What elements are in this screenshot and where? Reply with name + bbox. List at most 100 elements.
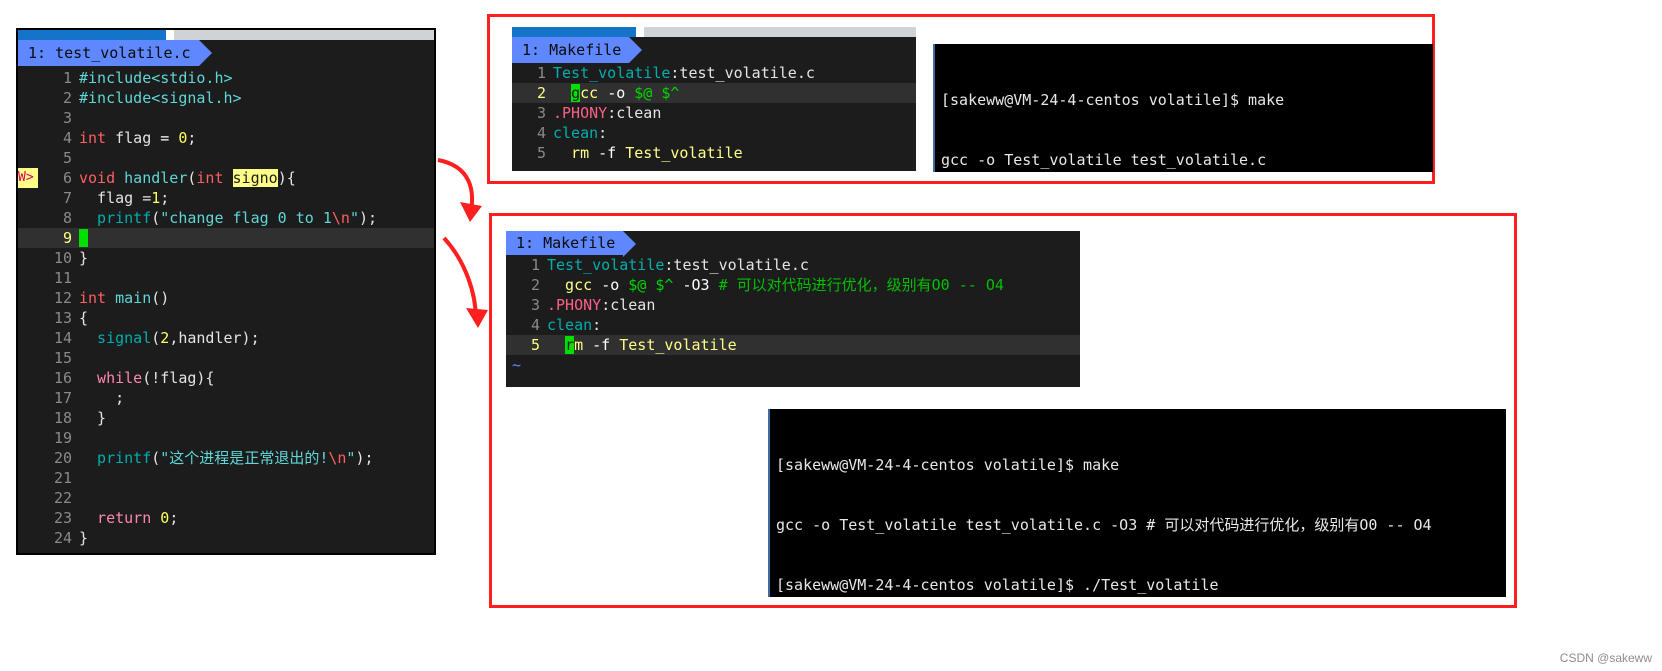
line-number: 5 — [530, 336, 540, 354]
gutter-blank-icon — [18, 128, 38, 148]
code-line: 5 — [18, 148, 434, 168]
line-text: return 0; — [79, 509, 179, 527]
code-line: 2 #include<signal.h> — [18, 88, 434, 108]
empty-line-marker: ~ — [512, 163, 916, 171]
line-number: 17 — [53, 389, 72, 407]
line-number: 4 — [62, 129, 72, 147]
code-line: 1 Test_volatile:test_volatile.c — [506, 255, 1080, 275]
line-text: .PHONY:clean — [547, 296, 656, 314]
makefile-top-tabline[interactable]: 1: Makefile — [512, 37, 916, 63]
csdn-watermark: CSDN @sakeww — [1559, 651, 1652, 665]
line-number: 21 — [53, 469, 72, 487]
terminal-line: [sakeww@VM-24-4-centos volatile]$ ./Test… — [776, 576, 1219, 594]
line-number: 3 — [62, 109, 72, 127]
tab-test-volatile-c[interactable]: 1: test_volatile.c — [18, 40, 212, 66]
line-number: 4 — [536, 124, 546, 142]
gutter-blank-icon — [18, 488, 38, 508]
line-number: 10 — [53, 249, 72, 267]
line-number: 5 — [536, 144, 546, 162]
line-number: 9 — [62, 229, 72, 247]
code-line: 7 flag =1; — [18, 188, 434, 208]
line-number: 6 — [62, 169, 72, 187]
code-line: 3 — [18, 108, 434, 128]
line-text: clean: — [553, 124, 608, 142]
titlebar-inactive-segment — [174, 30, 434, 40]
line-number: 15 — [53, 349, 72, 367]
source-editor-window[interactable]: 1: test_volatile.c 1 #include<stdio.h> 2… — [16, 28, 436, 555]
code-line: 21 — [18, 468, 434, 488]
code-line: 18 } — [18, 408, 434, 428]
editor-tabline[interactable]: 1: test_volatile.c — [18, 40, 434, 66]
code-line: 11 — [18, 268, 434, 288]
line-number: 1 — [536, 64, 546, 82]
line-number: 3 — [536, 104, 546, 122]
tab-makefile[interactable]: 1: Makefile — [506, 231, 637, 257]
line-text — [79, 488, 434, 508]
terminal-line: gcc -o Test_volatile test_volatile.c -O3… — [776, 516, 1432, 534]
line-number: 1 — [530, 256, 540, 274]
line-text: flag =1; — [79, 189, 170, 207]
gutter-blank-icon — [18, 68, 38, 88]
gutter-blank-icon — [18, 148, 38, 168]
line-text: .PHONY:clean — [553, 104, 662, 122]
gutter-blank-icon — [18, 468, 38, 488]
titlebar-active-segment — [18, 30, 166, 40]
line-text: gcc -o $@ $^ — [571, 84, 680, 102]
warning-marker[interactable]: W> — [18, 168, 38, 188]
titlebar-gap — [636, 27, 644, 37]
terminal-bottom[interactable]: [sakeww@VM-24-4-centos volatile]$ make g… — [768, 409, 1506, 597]
makefile-top-titlebar — [512, 27, 916, 37]
code-line: 16 while(!flag){ — [18, 368, 434, 388]
makefile-bottom-tabline[interactable]: 1: Makefile — [506, 231, 1080, 257]
editor-titlebar — [18, 30, 434, 40]
makefile-editor-top[interactable]: 1: Makefile 1 Test_volatile:test_volatil… — [512, 27, 916, 171]
line-number: 13 — [53, 309, 72, 327]
code-line-current: 2 gcc -o $@ $^ — [512, 83, 916, 103]
code-line: 5 rm -f Test_volatile — [512, 143, 916, 163]
code-line: 15 — [18, 348, 434, 368]
code-line: 17 ; — [18, 388, 434, 408]
line-text: ; — [79, 389, 125, 407]
terminal-top[interactable]: [sakeww@VM-24-4-centos volatile]$ make g… — [933, 44, 1433, 172]
line-text: } — [79, 529, 89, 547]
tab-makefile[interactable]: 1: Makefile — [512, 37, 643, 63]
editor-code-area[interactable]: 1 #include<stdio.h> 2 #include<signal.h>… — [18, 66, 434, 548]
makefile-editor-bottom[interactable]: 1: Makefile 1 Test_volatile:test_volatil… — [506, 231, 1080, 387]
gutter-blank-icon — [18, 88, 38, 108]
line-text — [79, 228, 434, 248]
line-text: #include<signal.h> — [79, 89, 242, 107]
code-line-current: 5 rm -f Test_volatile — [506, 335, 1080, 355]
line-number: 5 — [62, 149, 72, 167]
line-number: 22 — [53, 489, 72, 507]
line-text: rm -f Test_volatile — [553, 144, 743, 162]
line-text: printf("这个进程是正常退出的!\n"); — [79, 449, 374, 467]
line-number: 11 — [53, 269, 72, 287]
line-number: 16 — [53, 369, 72, 387]
gutter-blank-icon — [18, 388, 38, 408]
line-text: Test_volatile:test_volatile.c — [553, 64, 815, 82]
line-number: 2 — [530, 276, 540, 294]
code-line: 4 clean: — [512, 123, 916, 143]
line-number: 23 — [53, 509, 72, 527]
line-text — [79, 148, 434, 168]
gutter-blank-icon — [18, 368, 38, 388]
empty-line-marker: ~ — [512, 356, 522, 374]
code-line: 24 } — [18, 528, 434, 548]
line-number: 24 — [53, 529, 72, 547]
line-text: printf("change flag 0 to 1\n"); — [79, 209, 378, 227]
code-line-current: 9 — [18, 228, 434, 248]
gutter-blank-icon — [18, 428, 38, 448]
line-text: signal(2,handler); — [79, 329, 260, 347]
terminal-line: gcc -o Test_volatile test_volatile.c — [941, 151, 1267, 169]
line-number: 12 — [53, 289, 72, 307]
line-number: 14 — [53, 329, 72, 347]
gutter-blank-icon — [18, 288, 38, 308]
line-text: int flag = 0; — [79, 129, 197, 147]
line-text — [79, 348, 434, 368]
code-line: 10 } — [18, 248, 434, 268]
line-number: 3 — [530, 296, 540, 314]
line-text: gcc -o $@ $^ -O3 # 可以对代码进行优化，级别有O0 -- O4 — [547, 276, 1004, 294]
code-line: 22 — [18, 488, 434, 508]
line-number: 20 — [53, 449, 72, 467]
line-text — [79, 268, 434, 288]
